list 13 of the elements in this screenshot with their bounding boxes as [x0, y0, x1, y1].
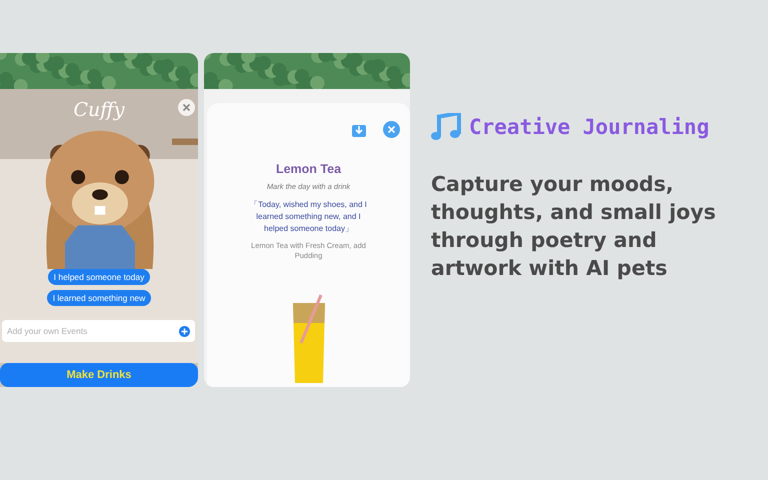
close-button[interactable]: [178, 99, 195, 116]
music-note-icon: [431, 113, 461, 141]
journal-quote: 「Today, wished my shoes, and I learned something new, and I helped someone today」: [249, 199, 368, 235]
event-chip[interactable]: I helped someone today: [48, 269, 150, 285]
feature-description: Capture your moods, thoughts, and small joys through poetry and artwork with AI pets: [431, 171, 717, 282]
download-icon[interactable]: [352, 122, 366, 136]
event-input-field[interactable]: Add your own Events: [2, 320, 195, 342]
drink-title: Lemon Tea: [276, 162, 342, 176]
event-chip[interactable]: I learned something new: [46, 290, 152, 306]
close-button[interactable]: [383, 121, 400, 138]
pet-name: Cuffy: [74, 98, 124, 121]
feature-heading: Creative Journaling: [469, 115, 710, 139]
make-drinks-button[interactable]: Make Drinks: [0, 363, 198, 387]
